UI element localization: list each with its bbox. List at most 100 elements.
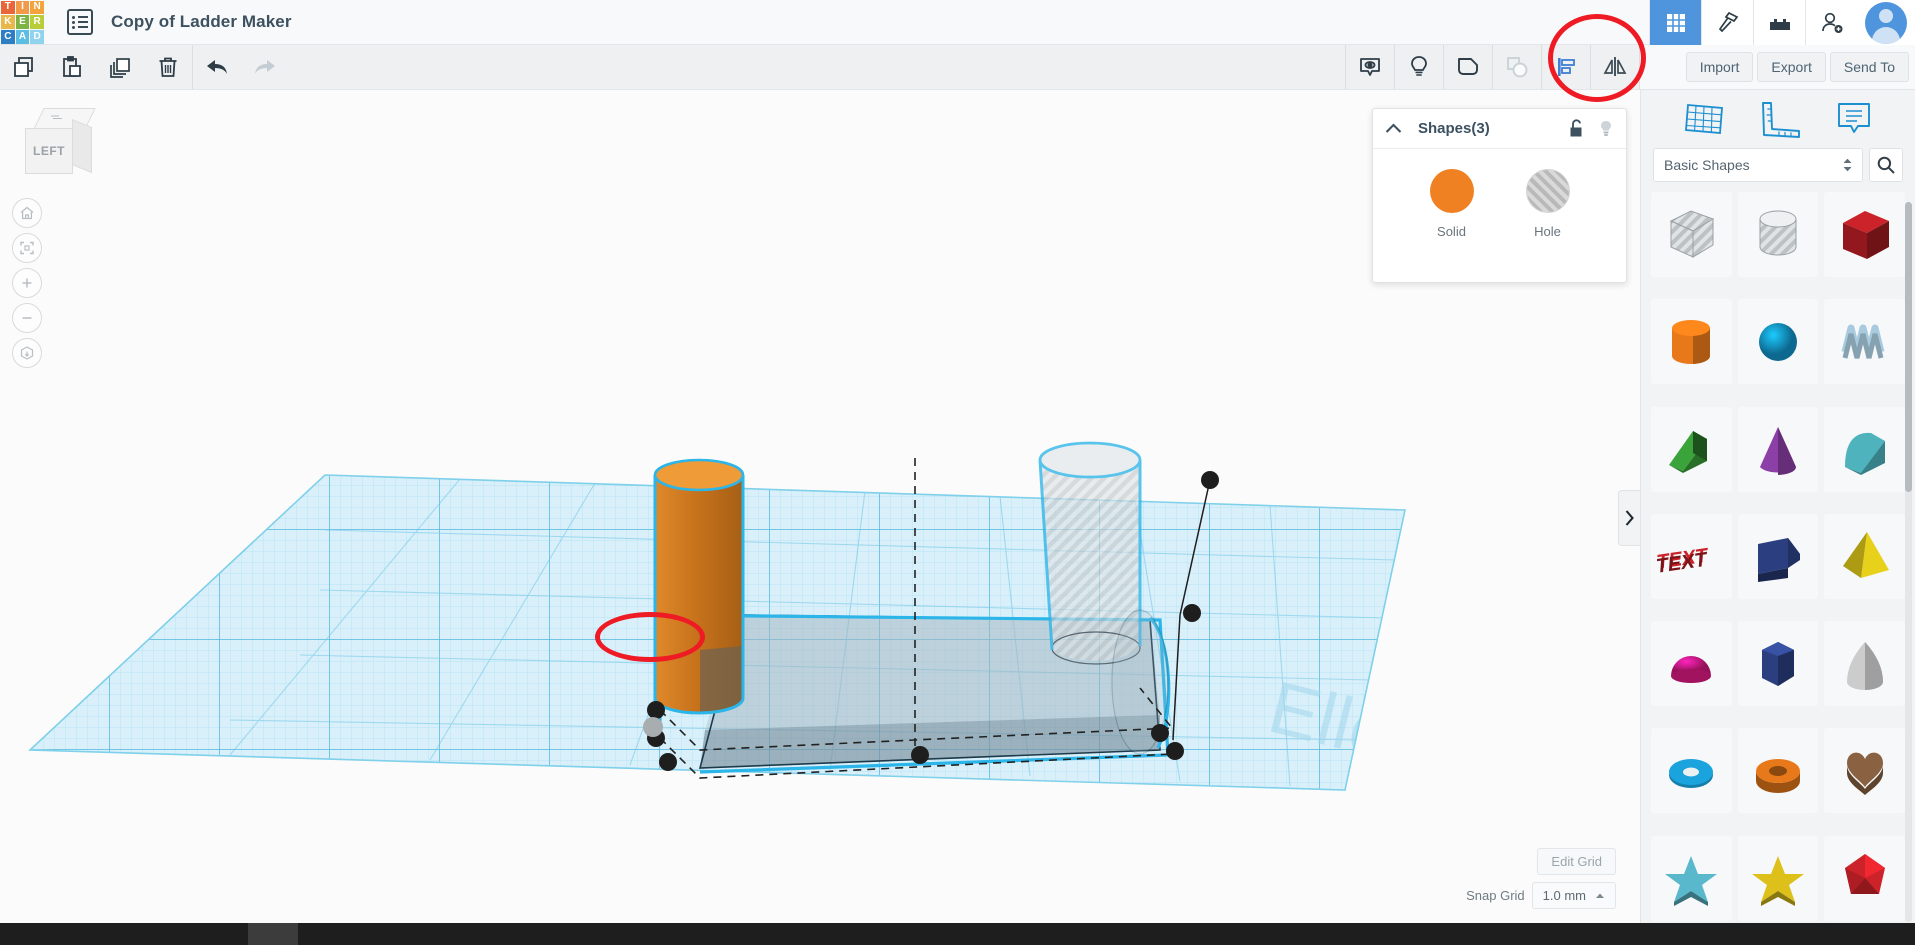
edit-grid-button[interactable]: Edit Grid <box>1537 848 1616 875</box>
snap-grid-value: 1.0 mm <box>1543 888 1586 903</box>
search-button[interactable] <box>1869 148 1903 182</box>
shapes-panel-title: Shapes(3) <box>1418 120 1490 137</box>
shape-box-hole[interactable] <box>1651 192 1732 277</box>
grid-controls: Edit Grid Snap Grid 1.0 mm <box>1466 848 1616 909</box>
shape-pyramid-yellow[interactable] <box>1824 514 1905 599</box>
ruler-button[interactable] <box>1493 45 1541 89</box>
blocks-icon[interactable] <box>1753 0 1805 45</box>
shape-cylinder-hole[interactable] <box>1738 192 1819 277</box>
workplane-button[interactable] <box>1444 45 1492 89</box>
lightbulb-icon[interactable] <box>1598 119 1614 139</box>
shape-category-select[interactable]: Basic Shapes <box>1653 148 1863 182</box>
shape-torus-blue[interactable] <box>1651 728 1732 813</box>
hole-label: Hole <box>1526 224 1570 239</box>
ruler-icon[interactable] <box>1757 99 1803 139</box>
shape-scribble[interactable] <box>1824 299 1905 384</box>
shape-polygon-navy[interactable] <box>1738 514 1819 599</box>
shapes-panel-body: Solid Hole <box>1373 149 1626 239</box>
paste-button[interactable] <box>48 45 96 89</box>
perspective-toggle-button[interactable] <box>12 338 42 368</box>
grid-gallery-icon[interactable] <box>1649 0 1701 45</box>
shape-tube-orange[interactable] <box>1738 728 1819 813</box>
title-bar: TINKERCAD Copy of Ladder Maker <box>0 0 1915 45</box>
fit-to-view-button[interactable] <box>12 233 42 263</box>
snap-grid-row: Snap Grid 1.0 mm <box>1466 882 1616 909</box>
send-to-button[interactable]: Send To <box>1830 52 1909 82</box>
align-button[interactable] <box>1542 45 1590 89</box>
orange-cylinder[interactable] <box>655 460 743 713</box>
shape-heart-brown[interactable] <box>1824 728 1905 813</box>
zoom-out-button[interactable] <box>12 303 42 333</box>
undo-button[interactable] <box>193 45 241 89</box>
delete-button[interactable] <box>144 45 192 89</box>
logo-tile-a: A <box>16 30 30 44</box>
library-scrollbar-thumb[interactable] <box>1905 202 1912 492</box>
panel-collapse-toggle[interactable] <box>1618 490 1640 546</box>
action-button-row: Import Export Send To <box>1640 45 1915 90</box>
taskbar-window-item[interactable] <box>248 923 298 945</box>
import-button[interactable]: Import <box>1686 52 1754 82</box>
solid-swatch[interactable]: Solid <box>1430 169 1474 239</box>
top-right-icon-group <box>1649 0 1915 45</box>
logo-tile-n: N <box>30 1 44 15</box>
export-button[interactable]: Export <box>1757 52 1825 82</box>
shapes-inspector-panel[interactable]: Shapes(3) Solid Hole <box>1372 108 1627 283</box>
chevron-up-icon <box>1595 892 1605 899</box>
shape-paraboloid-white[interactable] <box>1824 621 1905 706</box>
shape-box-red[interactable] <box>1824 192 1905 277</box>
workplane-grid-icon[interactable] <box>1682 99 1726 139</box>
shape-grid[interactable]: TEXTTEXT <box>1641 192 1915 937</box>
snap-grid-select[interactable]: 1.0 mm <box>1532 882 1616 909</box>
list-menu-icon[interactable] <box>67 9 93 35</box>
shape-hexprism-navy[interactable] <box>1738 621 1819 706</box>
view-cube-side[interactable] <box>72 119 92 173</box>
object-toolbar <box>1345 45 1640 89</box>
copy-button[interactable] <box>0 45 48 89</box>
redo-button[interactable] <box>241 45 289 89</box>
view-cube-front[interactable]: LEFT <box>25 128 73 174</box>
shapes-panel-header-icons <box>1568 119 1614 139</box>
os-taskbar <box>0 923 1915 945</box>
chevron-up-icon[interactable] <box>1385 123 1402 134</box>
shape-star-yellow[interactable] <box>1738 836 1819 921</box>
shape-text-red[interactable]: TEXTTEXT <box>1651 514 1732 599</box>
shape-star-teal[interactable] <box>1651 836 1732 921</box>
hole-swatch[interactable]: Hole <box>1526 169 1570 239</box>
zoom-in-button[interactable] <box>12 268 42 298</box>
view-cube[interactable]: LEFT <box>25 108 99 180</box>
logo-tile-d: D <box>30 30 44 44</box>
logo-tile-t: T <box>1 1 15 15</box>
lightbulb-button[interactable] <box>1395 45 1443 89</box>
logo-tile-r: R <box>30 15 44 29</box>
user-avatar[interactable] <box>1857 0 1915 45</box>
mirror-button[interactable] <box>1591 45 1639 89</box>
shape-polyhedron-red[interactable] <box>1824 836 1905 921</box>
add-person-icon[interactable] <box>1805 0 1857 45</box>
logo-tile-k: K <box>1 15 15 29</box>
logo-tile-i: I <box>16 1 30 15</box>
notes-button[interactable] <box>1346 45 1394 89</box>
snap-grid-label: Snap Grid <box>1466 888 1525 903</box>
tinkercad-app: TINKERCAD Copy of Ladder Maker <box>0 0 1915 945</box>
shape-cylinder-orange[interactable] <box>1651 299 1732 384</box>
shape-wedge-green[interactable] <box>1651 407 1732 492</box>
library-tool-icons <box>1641 90 1915 148</box>
shape-cone-purple[interactable] <box>1738 407 1819 492</box>
home-view-button[interactable] <box>12 198 42 228</box>
shape-sphere-blue[interactable] <box>1738 299 1819 384</box>
hole-pattern-circle[interactable] <box>1526 169 1570 213</box>
edit-toolbar <box>0 45 1640 90</box>
solid-label: Solid <box>1430 224 1474 239</box>
mirror-handle <box>643 717 663 737</box>
unlock-icon[interactable] <box>1568 119 1584 138</box>
shape-halfsphere-pink[interactable] <box>1651 621 1732 706</box>
tinkercad-logo[interactable]: TINKERCAD <box>0 0 45 45</box>
shape-dome-teal[interactable] <box>1824 407 1905 492</box>
view-cube-hatch-icon <box>51 114 65 121</box>
hammer-icon[interactable] <box>1701 0 1753 45</box>
chevron-right-icon <box>1624 509 1635 527</box>
duplicate-button[interactable] <box>96 45 144 89</box>
solid-color-circle[interactable] <box>1430 169 1474 213</box>
library-search-row: Basic Shapes <box>1641 148 1915 192</box>
note-icon[interactable] <box>1834 99 1874 139</box>
